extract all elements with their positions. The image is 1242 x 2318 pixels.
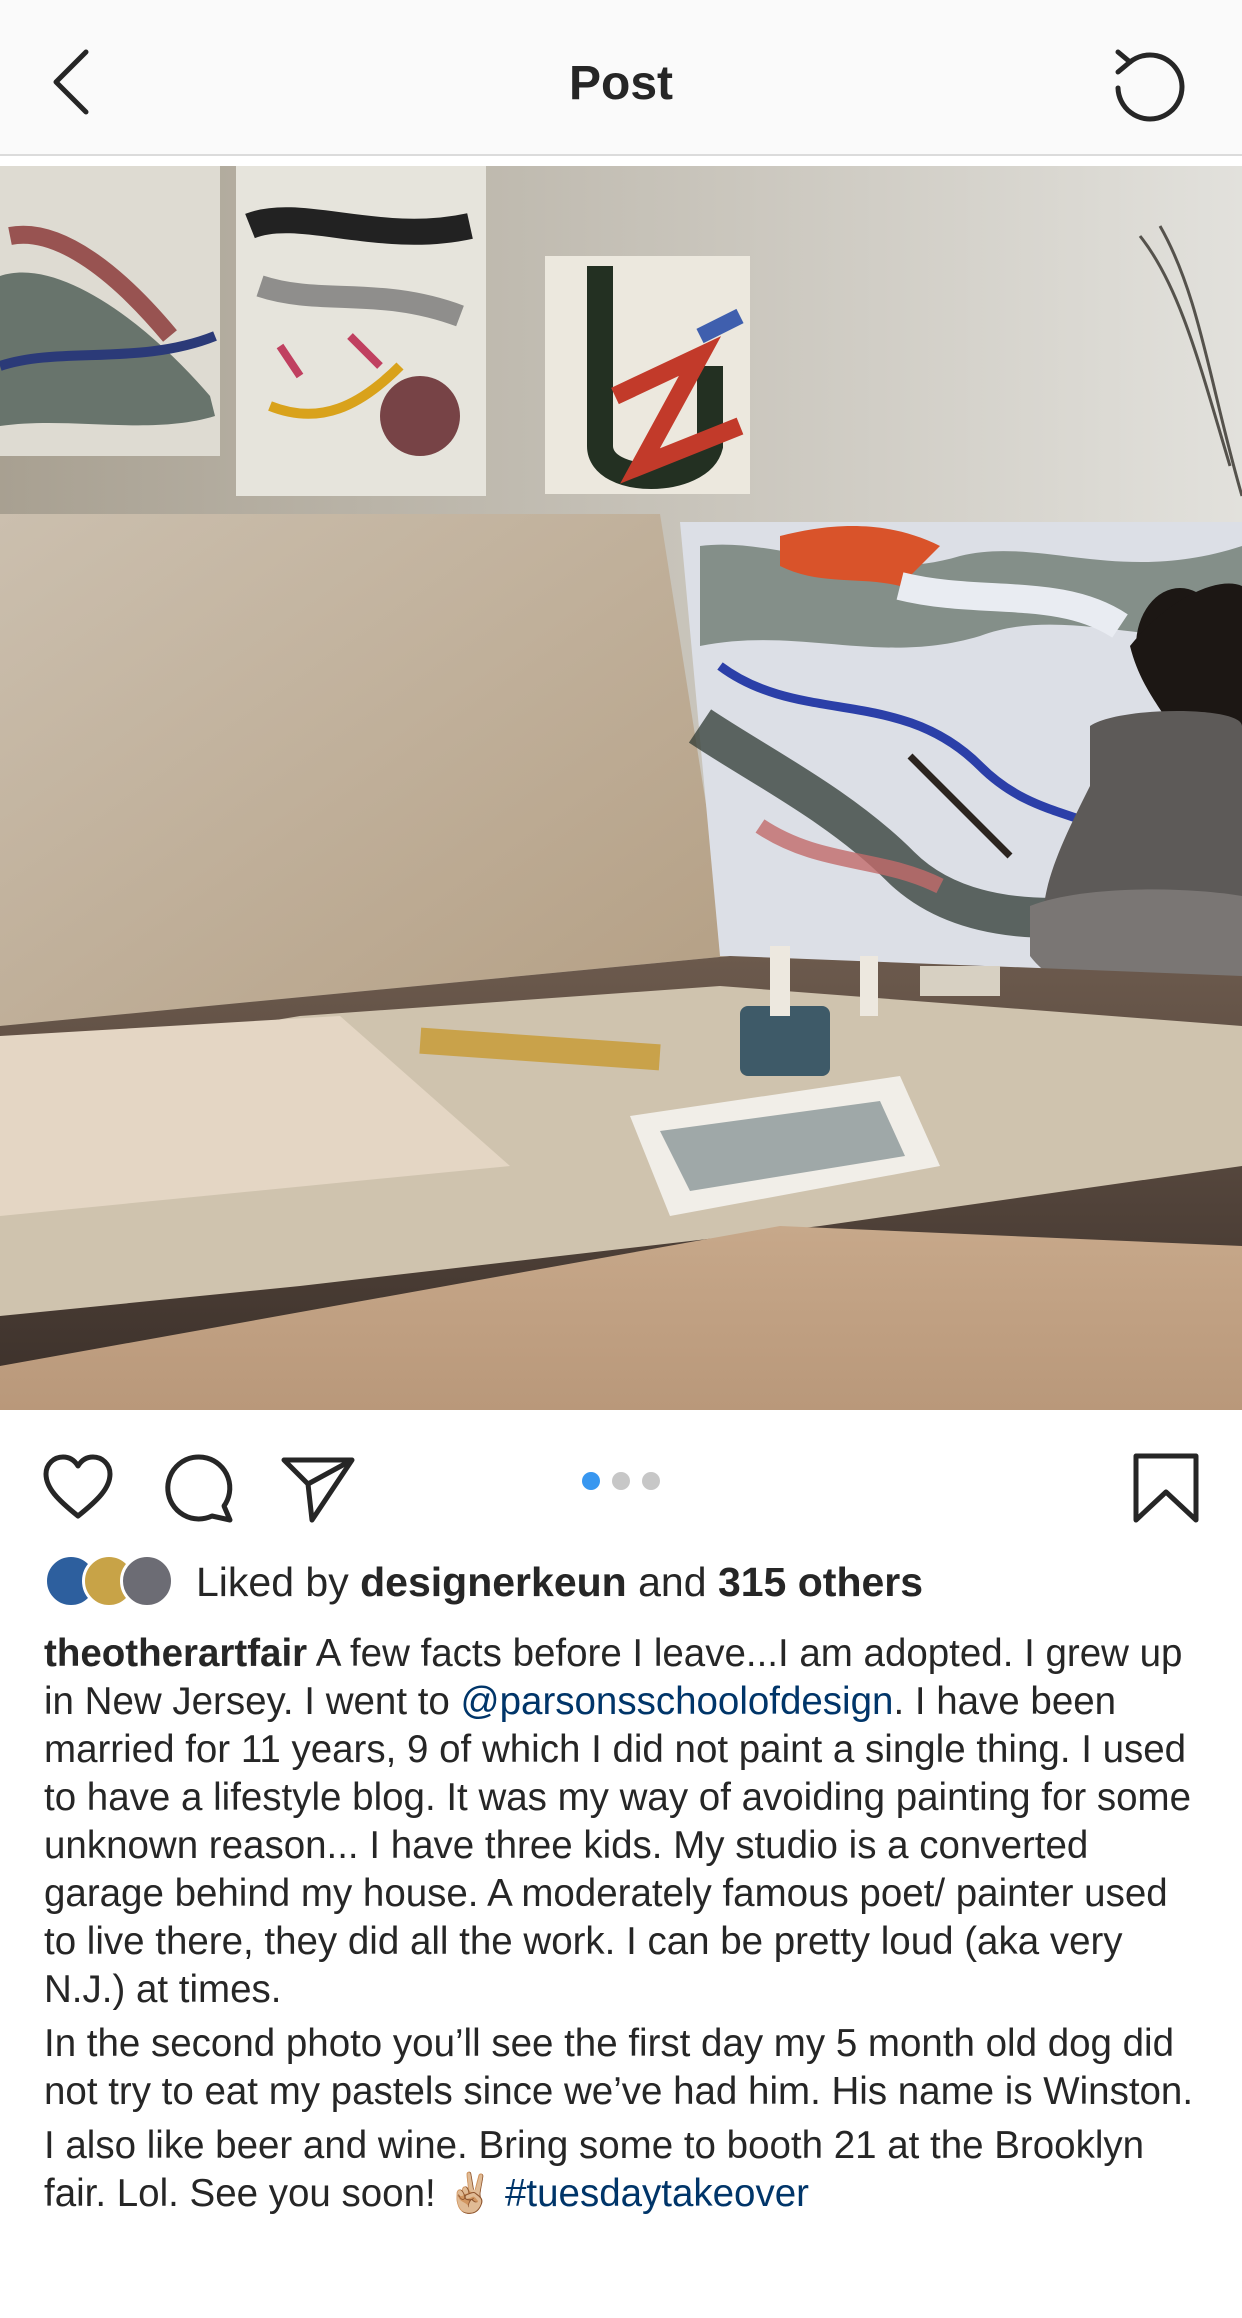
liker-avatars: [44, 1554, 180, 1610]
carousel-dot: [612, 1472, 630, 1490]
carousel-indicator: [582, 1472, 660, 1490]
heart-icon[interactable]: [40, 1450, 116, 1526]
liker-username[interactable]: designerkeun: [360, 1559, 627, 1606]
comment-icon[interactable]: [160, 1450, 236, 1526]
post-image[interactable]: [0, 166, 1242, 1410]
hashtag-link[interactable]: #tuesdaytakeover: [505, 2172, 809, 2215]
caption-text: . I have been married for 11 years, 9 of…: [44, 1680, 1192, 2011]
caption-paragraph: theotherartfair A few facts before I lea…: [44, 1630, 1204, 2014]
caption-paragraph: I also like beer and wine. Bring some to…: [44, 2122, 1204, 2218]
refresh-icon[interactable]: [1110, 48, 1186, 124]
bookmark-icon[interactable]: [1128, 1450, 1204, 1526]
post-caption: theotherartfair A few facts before I lea…: [44, 1630, 1204, 2224]
caption-username[interactable]: theotherartfair: [44, 1632, 307, 1675]
carousel-dot: [582, 1472, 600, 1490]
carousel-dot: [642, 1472, 660, 1490]
page-title: Post: [568, 57, 673, 110]
likes-prefix: Liked by: [196, 1558, 349, 1605]
likes-row[interactable]: Liked by designerkeun and 315 others: [44, 1552, 923, 1612]
send-icon[interactable]: [280, 1450, 356, 1526]
top-nav-bar: Post: [0, 0, 1242, 156]
likes-count[interactable]: 315 others: [718, 1559, 923, 1606]
likes-connector: and: [638, 1558, 707, 1605]
studio-photo: [0, 166, 1242, 1410]
mention-link[interactable]: @parsonsschoolofdesign: [461, 1680, 894, 1723]
caption-paragraph: In the second photo you’ll see the first…: [44, 2022, 1194, 2113]
avatar: [120, 1554, 174, 1608]
